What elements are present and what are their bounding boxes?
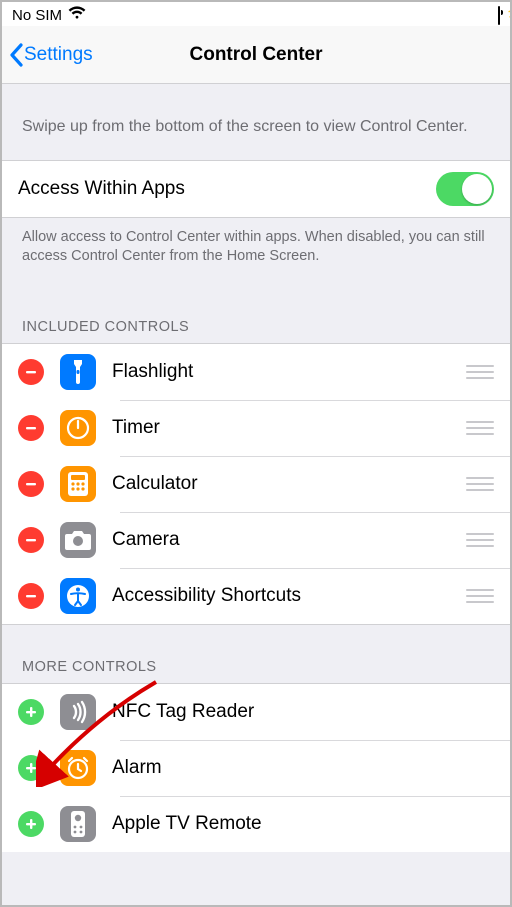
- timer-icon: [60, 410, 96, 446]
- intro-text: Swipe up from the bottom of the screen t…: [2, 84, 510, 160]
- drag-handle[interactable]: [466, 362, 494, 382]
- drag-handle[interactable]: [466, 418, 494, 438]
- flashlight-icon: [60, 354, 96, 390]
- remove-button[interactable]: [18, 471, 44, 497]
- access-toggle[interactable]: [436, 172, 494, 206]
- included-control-row: Timer: [2, 400, 510, 456]
- wifi-icon: [68, 6, 86, 24]
- control-label: Timer: [112, 417, 456, 439]
- nav-bar: Settings Control Center: [2, 26, 510, 84]
- calculator-icon: [60, 466, 96, 502]
- access-within-apps-row: Access Within Apps: [2, 161, 510, 217]
- more-control-row: NFC Tag Reader: [2, 684, 510, 740]
- access-icon: [60, 578, 96, 614]
- nfc-icon: [60, 694, 96, 730]
- remote-icon: [60, 806, 96, 842]
- add-button[interactable]: [18, 699, 44, 725]
- alarm-icon: [60, 750, 96, 786]
- access-footer: Allow access to Control Center within ap…: [2, 218, 510, 285]
- back-button[interactable]: Settings: [2, 43, 93, 67]
- back-label: Settings: [24, 44, 93, 66]
- chevron-left-icon: [8, 43, 24, 67]
- add-button[interactable]: [18, 811, 44, 837]
- more-control-row: Apple TV Remote: [2, 796, 510, 852]
- control-label: Apple TV Remote: [112, 813, 494, 835]
- camera-icon: [60, 522, 96, 558]
- control-label: NFC Tag Reader: [112, 701, 494, 723]
- add-button[interactable]: [18, 755, 44, 781]
- more-control-row: Alarm: [2, 740, 510, 796]
- drag-handle[interactable]: [466, 474, 494, 494]
- included-control-row: Accessibility Shortcuts: [2, 568, 510, 624]
- included-control-row: Calculator: [2, 456, 510, 512]
- drag-handle[interactable]: [466, 586, 494, 606]
- control-label: Accessibility Shortcuts: [112, 585, 456, 607]
- drag-handle[interactable]: [466, 530, 494, 550]
- battery-icon: ⚡: [498, 7, 500, 24]
- control-label: Calculator: [112, 473, 456, 495]
- more-header: More Controls: [2, 625, 510, 683]
- control-label: Alarm: [112, 757, 494, 779]
- status-carrier: No SIM: [12, 7, 62, 24]
- remove-button[interactable]: [18, 415, 44, 441]
- control-label: Camera: [112, 529, 456, 551]
- status-bar: No SIM ⚡: [2, 2, 510, 26]
- access-label: Access Within Apps: [18, 178, 436, 200]
- included-control-row: Camera: [2, 512, 510, 568]
- control-label: Flashlight: [112, 361, 456, 383]
- remove-button[interactable]: [18, 583, 44, 609]
- included-header: Included Controls: [2, 285, 510, 343]
- remove-button[interactable]: [18, 527, 44, 553]
- included-control-row: Flashlight: [2, 344, 510, 400]
- remove-button[interactable]: [18, 359, 44, 385]
